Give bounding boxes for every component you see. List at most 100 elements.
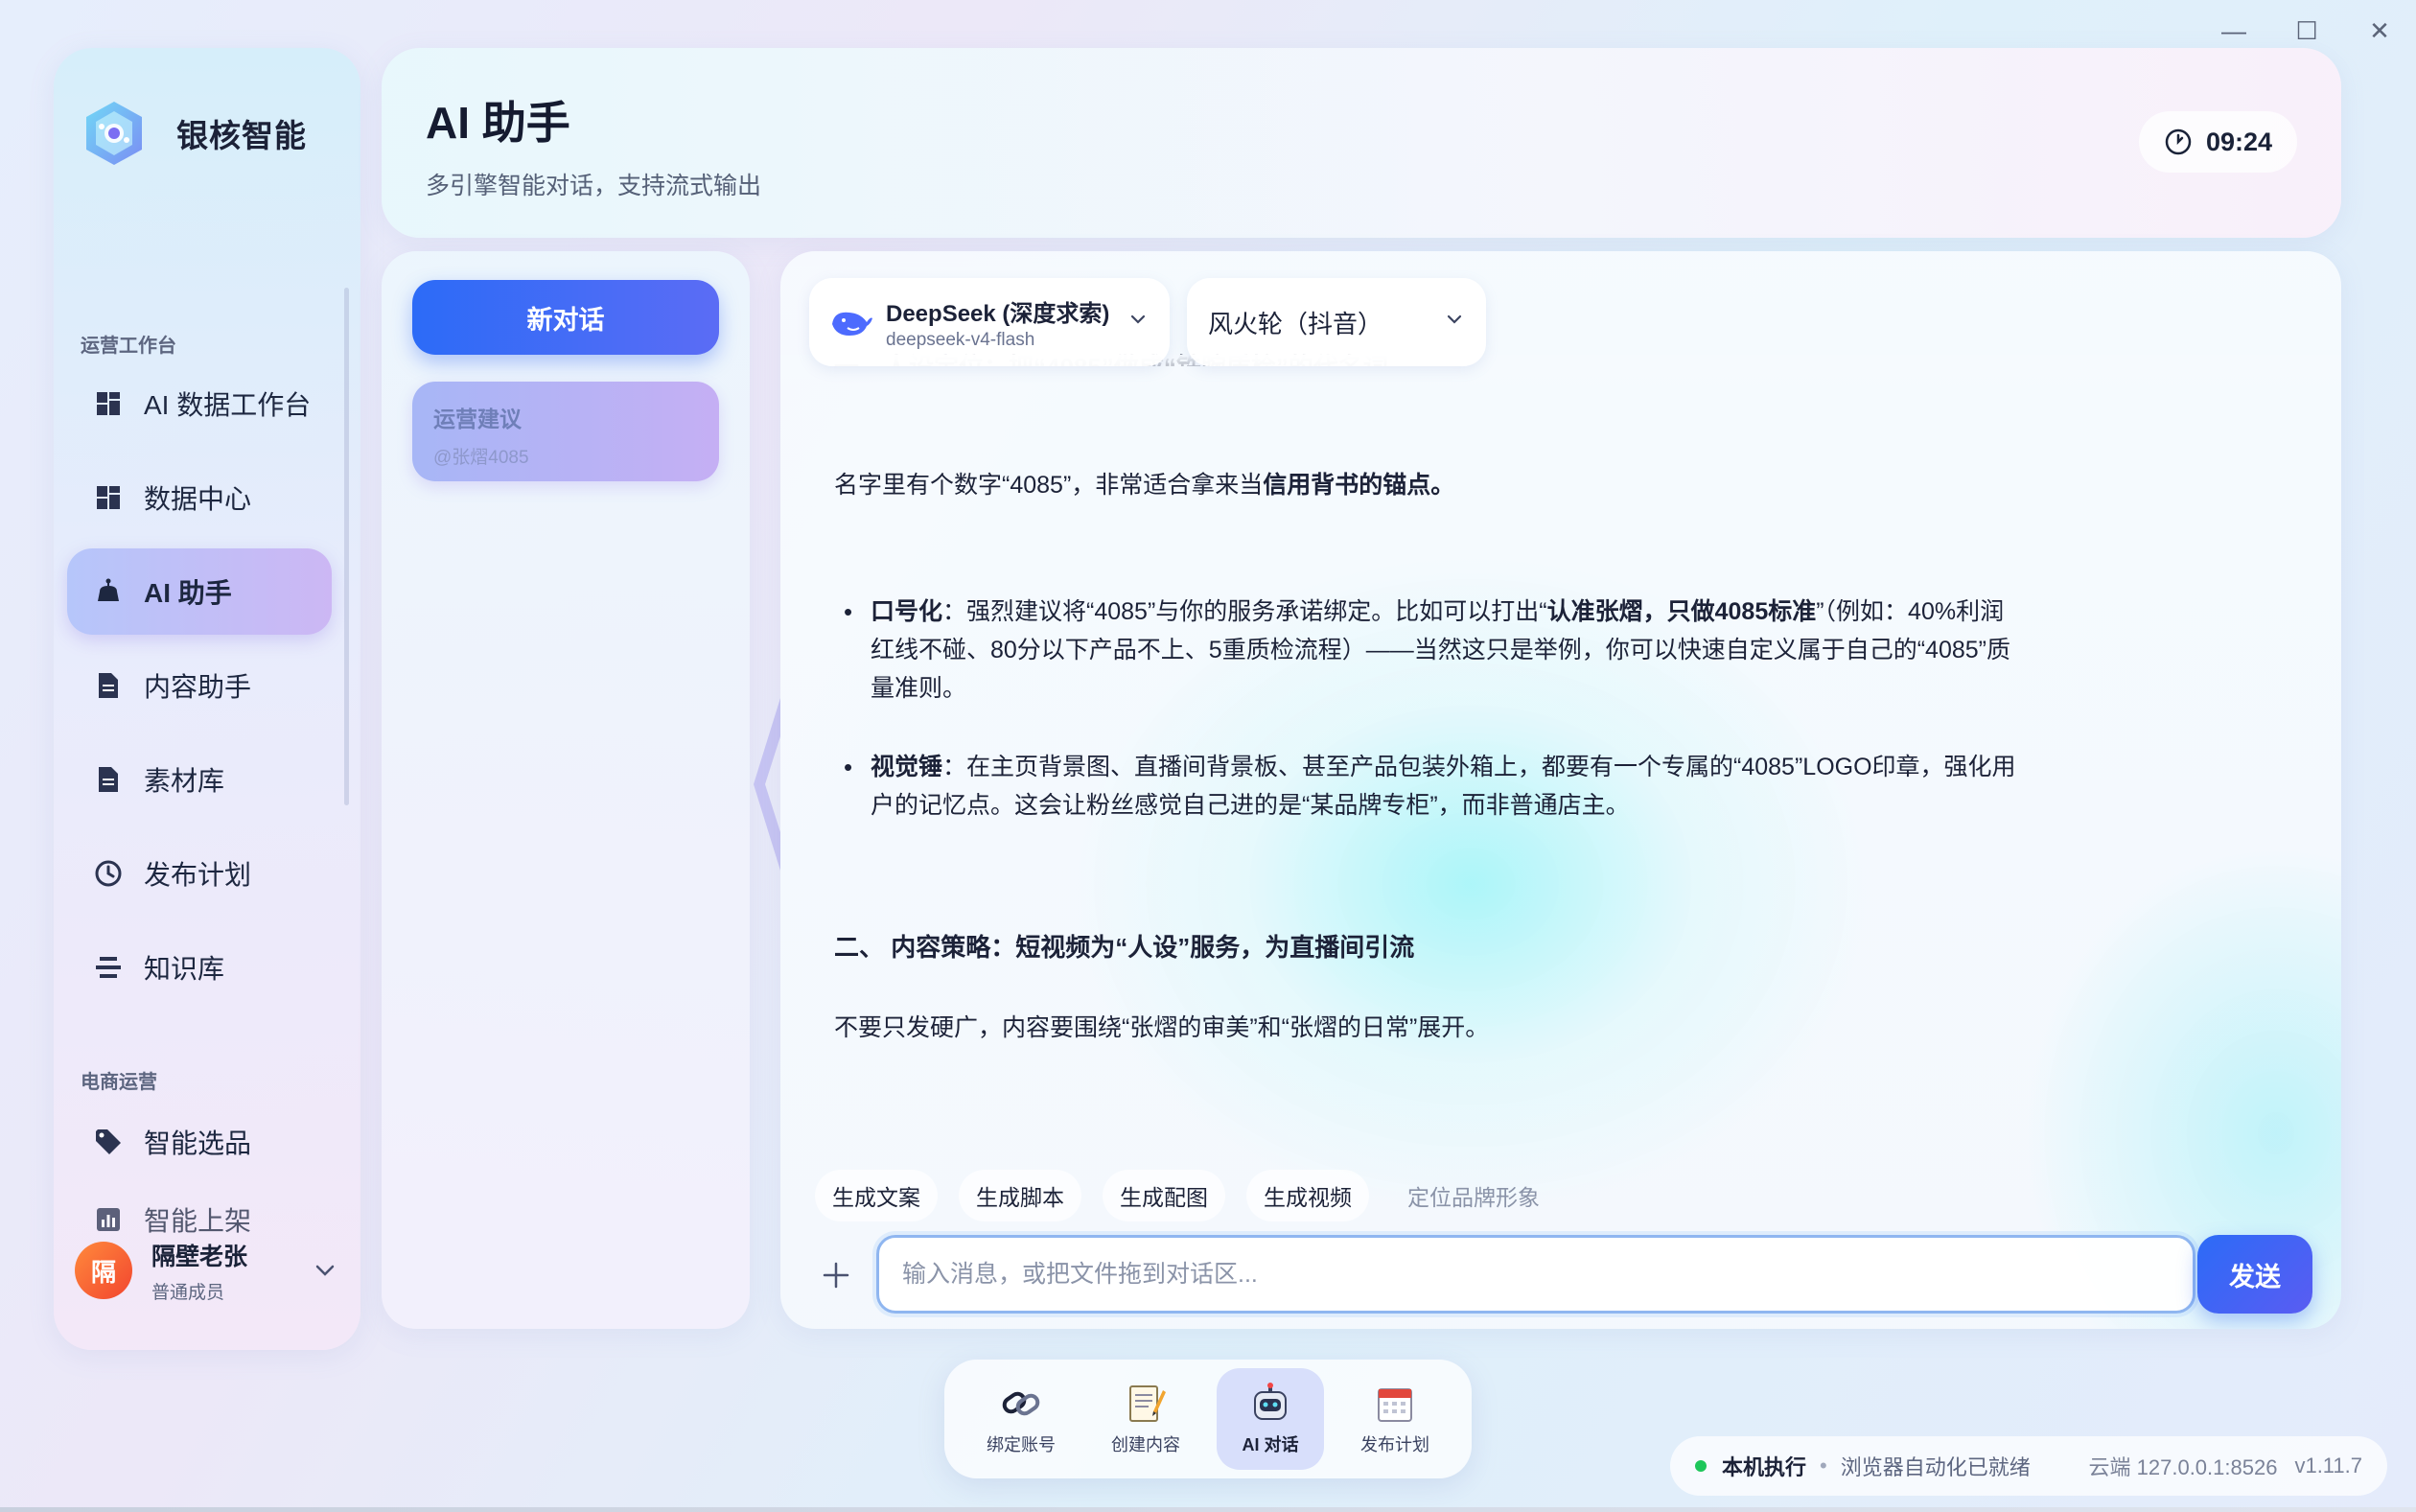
user-role: 普通成员 [151,1282,225,1303]
conversation-account: @张熠4085 [433,448,529,468]
sidebar-item-ai-assistant[interactable]: AI 助手 [67,548,332,635]
message-input[interactable] [876,1235,2195,1314]
dock-label: 发布计划 [1360,1435,1429,1454]
user-info: 隔壁老张 普通成员 [151,1238,247,1304]
dock-bind-account[interactable]: 绑定账号 [967,1368,1075,1470]
quick-actions: 生成文案 生成脚本 生成配图 生成视频 定位品牌形象 [815,1170,1557,1221]
quick-action-generate-script[interactable]: 生成脚本 [959,1170,1081,1221]
link-icon [999,1382,1043,1426]
account-name: 风火轮（抖音） [1208,309,1383,338]
grid-icon [94,389,123,418]
dock-label: AI 对话 [1242,1435,1299,1454]
status-bar: 本机执行 • 浏览器自动化已就绪 云端 127.0.0.1:8526 v1.11… [1670,1436,2387,1496]
sidebar-item-ai-data-workbench[interactable]: AI 数据工作台 [67,361,332,447]
clock-icon [94,859,123,888]
quick-action-brand-positioning[interactable]: 定位品牌形象 [1390,1170,1557,1221]
sidebar-item-knowledge-base[interactable]: 知识库 [67,924,332,1011]
sidebar-item-label: 数据中心 [144,484,252,514]
quick-action-generate-video[interactable]: 生成视频 [1246,1170,1369,1221]
new-chat-button[interactable]: 新对话 [412,280,719,355]
sidebar-item-label: 发布计划 [144,860,252,890]
chevron-down-icon [1129,309,1147,331]
clock-icon [2165,128,2192,155]
avatar: 隔 [75,1242,132,1299]
model-selector[interactable]: DeepSeek (深度求索) deepseek-v4-flash [809,278,1170,366]
sidebar-item-data-center[interactable]: 数据中心 [67,454,332,541]
dock-label: 绑定账号 [987,1435,1056,1454]
taskbar-edge [0,1507,2416,1512]
conversation-item[interactable]: 运营建议 @张熠4085 [412,382,719,481]
page-title: AI 助手 [426,98,570,148]
model-id: deepseek-v4-flash [886,329,1035,350]
bullet-label: 口号化 [871,598,943,625]
message-paragraph: 不要只发硬广，内容要围绕“张熠的审美”和“张熠的日常”展开。 [834,1014,1490,1041]
clock-badge: 09:24 [2138,111,2297,173]
status-separator: • [1820,1454,1827,1477]
bullet-label: 视觉锤 [871,754,943,780]
sidebar-item-label: 素材库 [144,766,225,796]
sidebar-item-label: 智能选品 [144,1128,252,1158]
user-name: 隔壁老张 [151,1243,248,1270]
section-label: 运营工作台 [81,336,176,357]
message-text: ：在主页背景图、直播间背景板、甚至产品包装外箱上，都要有一个专属的“4085”L… [871,754,2016,819]
message-text: ：强烈建议将“4085”与你的服务承诺绑定。比如可以打出“ [942,598,1547,625]
chevron-down-icon[interactable] [314,1258,336,1283]
account-selector[interactable]: 风火轮（抖音） [1187,278,1486,366]
brand-name: 银核智能 [176,118,307,153]
status-run-mode: 本机执行 [1722,1455,1807,1479]
panel-divider-decoration [754,698,780,871]
dock-ai-chat[interactable]: AI 对话 [1217,1368,1324,1470]
quick-action-generate-image[interactable]: 生成配图 [1103,1170,1225,1221]
deepseek-whale-icon [832,312,872,336]
bottom-dock: 绑定账号 创建内容 AI 对话 发布计划 [944,1360,1472,1478]
page-header: AI 助手 多引擎智能对话，支持流式输出 09:24 [382,48,2341,238]
message-bullet: 视觉锤：在主页背景图、直播间背景板、甚至产品包装外箱上，都要有一个专属的“408… [834,748,2023,825]
calendar-icon [1373,1382,1417,1426]
conversation-title: 运营建议 [433,407,522,431]
status-dot [1695,1460,1707,1472]
sidebar-scrollbar[interactable] [344,288,349,805]
sidebar-item-label: AI 助手 [144,578,232,608]
dock-create-content[interactable]: 创建内容 [1092,1368,1199,1470]
sidebar-item-content-assistant[interactable]: 内容助手 [67,642,332,729]
conversation-panel: 新对话 运营建议 @张熠4085 [382,251,750,1329]
minimize-button[interactable]: — [2217,13,2251,48]
robot-face-icon [1248,1382,1292,1426]
message-bullet: 口号化：强烈建议将“4085”与你的服务承诺绑定。比如可以打出“认准张熠，只做4… [834,593,2023,708]
grid-icon [94,483,123,512]
tag-icon [94,1128,123,1156]
sidebar-item-label: 内容助手 [144,672,252,702]
chevron-down-icon [1446,309,1463,331]
logo-icon [86,102,142,165]
memo-icon [1124,1382,1168,1426]
model-name: DeepSeek (深度求索) [886,300,1110,327]
message-bold-text: 信用背书的锚点。 [1263,472,1455,499]
chat-panel: 一、人设定位：把“4085”做成“铁腕质检”的代名词 名字里有个数字“4085”… [780,251,2341,1329]
status-browser: 浏览器自动化已就绪 [1840,1455,2031,1479]
layers-icon [94,953,123,982]
send-button[interactable]: 发送 [2197,1235,2312,1314]
sidebar-item-smart-selection[interactable]: 智能选品 [67,1099,332,1185]
section-label: 电商运营 [81,1072,157,1093]
document-icon [94,671,123,700]
message-bold-text: 认准张熠，只做4085标准 [1546,598,1817,625]
dock-publish-plan[interactable]: 发布计划 [1341,1368,1449,1470]
brand: 银核智能 [79,98,307,169]
dock-label: 创建内容 [1111,1435,1180,1454]
page-subtitle: 多引擎智能对话，支持流式输出 [426,173,762,199]
maximize-button[interactable]: ☐ [2289,13,2324,48]
close-button[interactable]: ✕ [2362,13,2397,48]
status-version: v1.11.7 [2294,1454,2362,1477]
sidebar: 银核智能 运营工作台 AI 数据工作台 数据中心 AI 助手 内容助手 素材库 … [54,48,360,1350]
user-menu[interactable]: 隔 隔壁老张 普通成员 [75,1229,345,1312]
message-heading: 二、 内容策略：短视频为“人设”服务，为直播间引流 [834,933,1415,962]
quick-action-generate-copy[interactable]: 生成文案 [815,1170,938,1221]
window-controls: — ☐ ✕ [2217,13,2397,48]
sidebar-item-publish-plan[interactable]: 发布计划 [67,830,332,917]
clock-time: 09:24 [2205,127,2272,156]
message-paragraph: 名字里有个数字“4085”，非常适合拿来当信用背书的锚点。 [834,466,2080,504]
robot-icon [94,577,123,606]
attach-plus-icon[interactable] [817,1256,855,1294]
sidebar-item-material-library[interactable]: 素材库 [67,736,332,823]
sidebar-item-label: AI 数据工作台 [144,390,312,420]
